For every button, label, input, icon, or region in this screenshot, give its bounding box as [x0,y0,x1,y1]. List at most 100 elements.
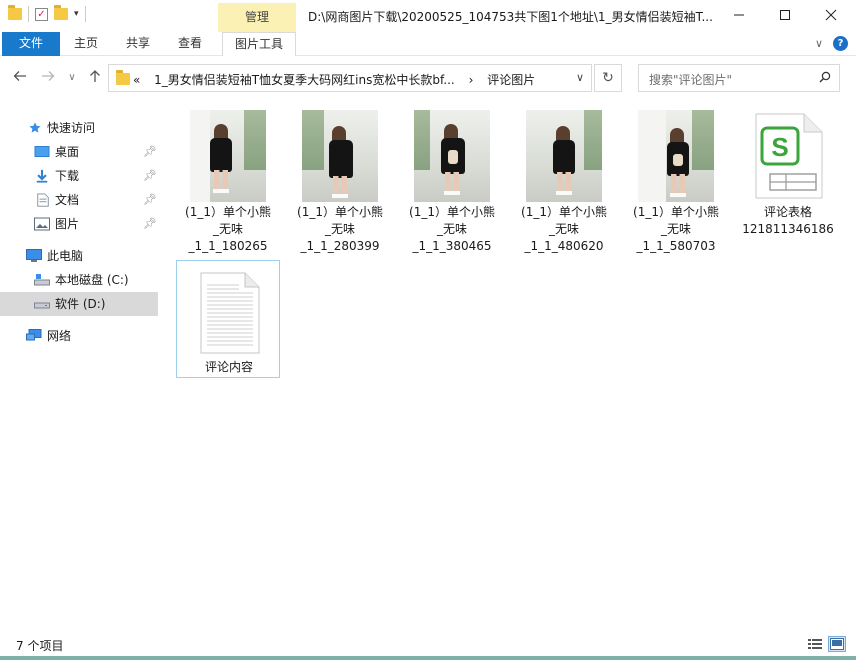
back-arrow-icon [13,71,26,81]
breadcrumb-segment-current[interactable]: 评论图片 [487,73,535,87]
sidebar-item-drive-d[interactable]: 软件 (D:) [0,292,158,316]
drive-icon [34,302,50,309]
file-item[interactable]: 评论内容 [176,260,280,378]
breadcrumb: « 1_男女情侣装短袖T恤女夏季大码网红ins宽松中长款bf... › 评论图片 [133,71,535,88]
recent-locations-icon[interactable]: ∨ [62,68,82,88]
item-count: 7 个项目 [16,639,64,653]
file-name: (1_1）单个小熊 _无味 _1_1_580703 [633,205,719,253]
file-name: (1_1）单个小熊 _无味 _1_1_280399 [297,205,383,253]
sidebar-item-desktop[interactable]: 桌面 📌︎ [0,140,158,164]
file-item[interactable]: (1_1）单个小熊 _无味 _1_1_380465 [400,100,504,260]
document-icon [37,193,49,207]
folder-icon [8,5,22,20]
sidebar-label: 文档 [55,193,80,207]
file-item[interactable]: (1_1）单个小熊 _无味 _1_1_280399 [288,100,392,260]
navigation-bar: ∨ « 1_男女情侣装短袖T恤女夏季大码网红ins宽松中长款bf... › 评论… [0,56,856,100]
minimize-button[interactable] [716,0,762,30]
pin-icon[interactable]: 📌︎ [143,212,157,236]
breadcrumb-separator-icon[interactable]: › [469,73,474,87]
image-thumbnail [190,110,266,202]
refresh-icon: ↻ [602,70,614,86]
tab-view[interactable]: 查看 [168,32,212,56]
up-arrow-icon [90,70,100,82]
navigation-pane: 快速访问 桌面 📌︎ 下载 📌︎ 文档 📌︎ 图片 📌︎ 此电脑 本地磁盘 (C… [0,112,160,632]
sidebar-label: 下载 [55,169,80,183]
sidebar-item-documents[interactable]: 文档 📌︎ [0,188,158,212]
system-drive-icon [34,274,50,286]
pictures-icon [34,217,50,231]
toolbar-divider [84,6,86,22]
large-icons-view-icon [830,638,844,650]
help-icon[interactable]: ? [833,36,848,51]
close-icon [825,9,837,21]
breadcrumb-overflow[interactable]: « [133,73,140,87]
details-view-button[interactable] [806,636,824,652]
expand-ribbon-icon[interactable]: ∨ [815,37,823,50]
sidebar-label: 桌面 [55,145,80,159]
image-thumbnail [526,110,602,202]
back-button[interactable] [10,68,30,88]
spreadsheet-icon: S [755,113,823,199]
window-title: D:\网商图片下载\20200525_104753共下图1个地址\1_男女情侣装… [308,10,713,24]
forward-button[interactable] [38,68,58,88]
address-bar[interactable]: « 1_男女情侣装短袖T恤女夏季大码网红ins宽松中长款bf... › 评论图片… [108,64,592,92]
search-input[interactable]: 搜索"评论图片" [649,71,732,88]
image-thumbnail [638,110,714,202]
file-item[interactable]: (1_1）单个小熊 _无味 _1_1_580703 [624,100,728,260]
toolbar-divider [28,6,29,22]
download-icon [36,169,48,183]
sidebar-label: 网络 [47,329,72,343]
svg-text:S: S [771,132,788,162]
sidebar-item-downloads[interactable]: 下载 📌︎ [0,164,158,188]
file-item[interactable]: (1_1）单个小熊 _无味 _1_1_480620 [512,100,616,260]
text-document-icon [200,272,260,354]
image-thumbnail [302,110,378,202]
title-bar: ✓ ▾ 管理 D:\网商图片下载\20200525_104753共下图1个地址\… [0,0,856,32]
refresh-button[interactable]: ↻ [594,64,622,92]
sidebar-label: 快速访问 [47,121,96,135]
ribbon-controls: ∨ ? [815,36,848,51]
sidebar-item-network[interactable]: 网络 [0,324,158,348]
properties-icon[interactable]: ✓ [35,7,48,21]
close-button[interactable] [808,0,854,30]
sidebar-item-this-pc[interactable]: 此电脑 [0,244,158,268]
sidebar-label: 软件 (D:) [55,297,106,311]
file-item[interactable]: (1_1）单个小熊 _无味 _1_1_180265 [176,100,280,260]
sidebar-label: 此电脑 [47,249,84,263]
star-icon [29,122,41,133]
tab-home[interactable]: 主页 [64,32,108,56]
image-thumbnail [414,110,490,202]
file-name: 评论内容 [204,360,253,374]
customize-toolbar-icon[interactable]: ▾ [74,9,79,19]
sidebar-item-pictures[interactable]: 图片 📌︎ [0,212,158,236]
manage-tab[interactable]: 管理 [218,3,296,32]
pin-icon[interactable]: 📌︎ [143,188,157,212]
pin-icon[interactable]: 📌︎ [143,140,157,164]
file-item[interactable]: S 评论表格 121811346186 [736,100,840,260]
file-list: (1_1）单个小熊 _无味 _1_1_180265 (1_1）单个小熊 _无味 _1_1… [162,100,856,628]
tab-file[interactable]: 文件 [2,32,60,56]
tab-picture-tools[interactable]: 图片工具 [222,32,296,56]
sidebar-label: 图片 [55,217,80,231]
breadcrumb-segment-parent[interactable]: 1_男女情侣装短袖T恤女夏季大码网红ins宽松中长款bf... [154,73,455,87]
file-name: (1_1）单个小熊 _无味 _1_1_180265 [185,205,271,253]
file-name: (1_1）单个小熊 _无味 _1_1_380465 [409,205,495,253]
sidebar-item-drive-c[interactable]: 本地磁盘 (C:) [0,268,158,292]
large-icons-view-button[interactable] [828,636,846,652]
file-name: 评论表格 121811346186 [742,205,834,236]
up-button[interactable] [85,68,105,88]
minimize-icon [734,14,744,16]
forward-arrow-icon [42,71,55,81]
sidebar-item-quick-access[interactable]: 快速访问 [0,116,158,140]
new-folder-icon[interactable] [54,5,68,20]
maximize-button[interactable] [762,0,808,30]
pin-icon[interactable]: 📌︎ [143,164,157,188]
network-icon [26,329,42,341]
computer-icon [26,249,42,262]
address-dropdown-icon[interactable]: ∨ [576,71,584,84]
search-box[interactable]: 搜索"评论图片" [638,64,840,92]
desktop-icon [34,146,50,157]
tab-share[interactable]: 共享 [116,32,160,56]
ribbon-tabs: 文件 主页 共享 查看 图片工具 ∨ ? [0,32,856,56]
details-view-icon [808,639,822,649]
